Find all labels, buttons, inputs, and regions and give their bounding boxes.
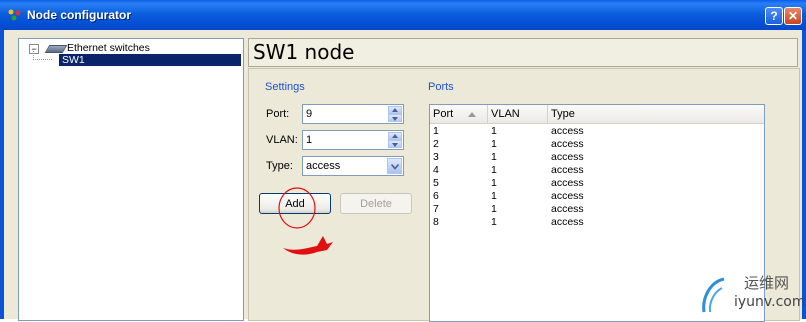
tree-connector	[33, 49, 52, 60]
vlan-spinner[interactable]: 1	[302, 130, 404, 150]
vlan-value: 1	[306, 134, 313, 146]
sort-ascending-icon	[468, 112, 476, 117]
watermark-cn: 运维网	[744, 274, 790, 292]
port-value: 9	[306, 108, 313, 120]
delete-button[interactable]: Delete	[340, 193, 412, 214]
type-label: Type:	[266, 160, 293, 172]
type-value: access	[306, 160, 341, 172]
table-row[interactable]: 4 1 access	[430, 164, 764, 177]
column-header-type[interactable]: Type	[548, 105, 764, 123]
watermark-logo-icon	[702, 277, 725, 313]
help-button[interactable]: ?	[765, 7, 783, 25]
node-tree[interactable]: − Ethernet switches SW1	[18, 38, 244, 321]
vlan-label: VLAN:	[266, 134, 298, 146]
port-spinner[interactable]: 9	[302, 104, 404, 124]
port-label: Port:	[266, 108, 290, 120]
column-header-vlan[interactable]: VLAN	[488, 105, 548, 123]
title-bar[interactable]: Node configurator ? ✕	[0, 0, 806, 30]
table-row[interactable]: 3 1 access	[430, 151, 764, 164]
table-header: Port VLAN Type	[430, 105, 764, 124]
table-row[interactable]: 8 1 access	[430, 216, 764, 229]
tree-item-sw1[interactable]: SW1	[59, 54, 241, 66]
window-border-left	[0, 30, 4, 319]
app-icon	[8, 9, 21, 21]
spin-up-icon[interactable]	[388, 106, 402, 114]
tree-item-ethernet-switches[interactable]: − Ethernet switches	[23, 41, 223, 54]
table-row[interactable]: 5 1 access	[430, 177, 764, 190]
window-title: Node configurator	[27, 8, 131, 22]
red-annotation	[278, 187, 333, 255]
ports-group-label: Ports	[428, 81, 454, 93]
column-header-port[interactable]: Port	[430, 105, 488, 123]
close-button[interactable]: ✕	[784, 7, 802, 25]
settings-group-label: Settings	[265, 81, 305, 93]
spin-up-icon[interactable]	[388, 132, 402, 140]
tree-item-label: SW1	[62, 54, 85, 66]
table-row[interactable]: 6 1 access	[430, 190, 764, 203]
table-row[interactable]: 1 1 access	[430, 125, 764, 138]
node-title: SW1 node	[253, 40, 355, 64]
table-row[interactable]: 2 1 access	[430, 138, 764, 151]
spin-down-icon[interactable]	[388, 140, 402, 148]
chevron-down-icon[interactable]	[387, 158, 402, 174]
watermark-en: iyunv.com	[734, 294, 806, 310]
table-row[interactable]: 7 1 access	[430, 203, 764, 216]
node-header: SW1 node	[248, 38, 798, 67]
type-select[interactable]: access	[302, 156, 404, 176]
watermark: 运维网 iyunv.com	[700, 272, 806, 316]
spin-down-icon[interactable]	[388, 114, 402, 122]
tree-item-label: Ethernet switches	[67, 42, 150, 54]
node-configurator-window: Node configurator ? ✕ − Ethernet switche…	[0, 0, 806, 322]
